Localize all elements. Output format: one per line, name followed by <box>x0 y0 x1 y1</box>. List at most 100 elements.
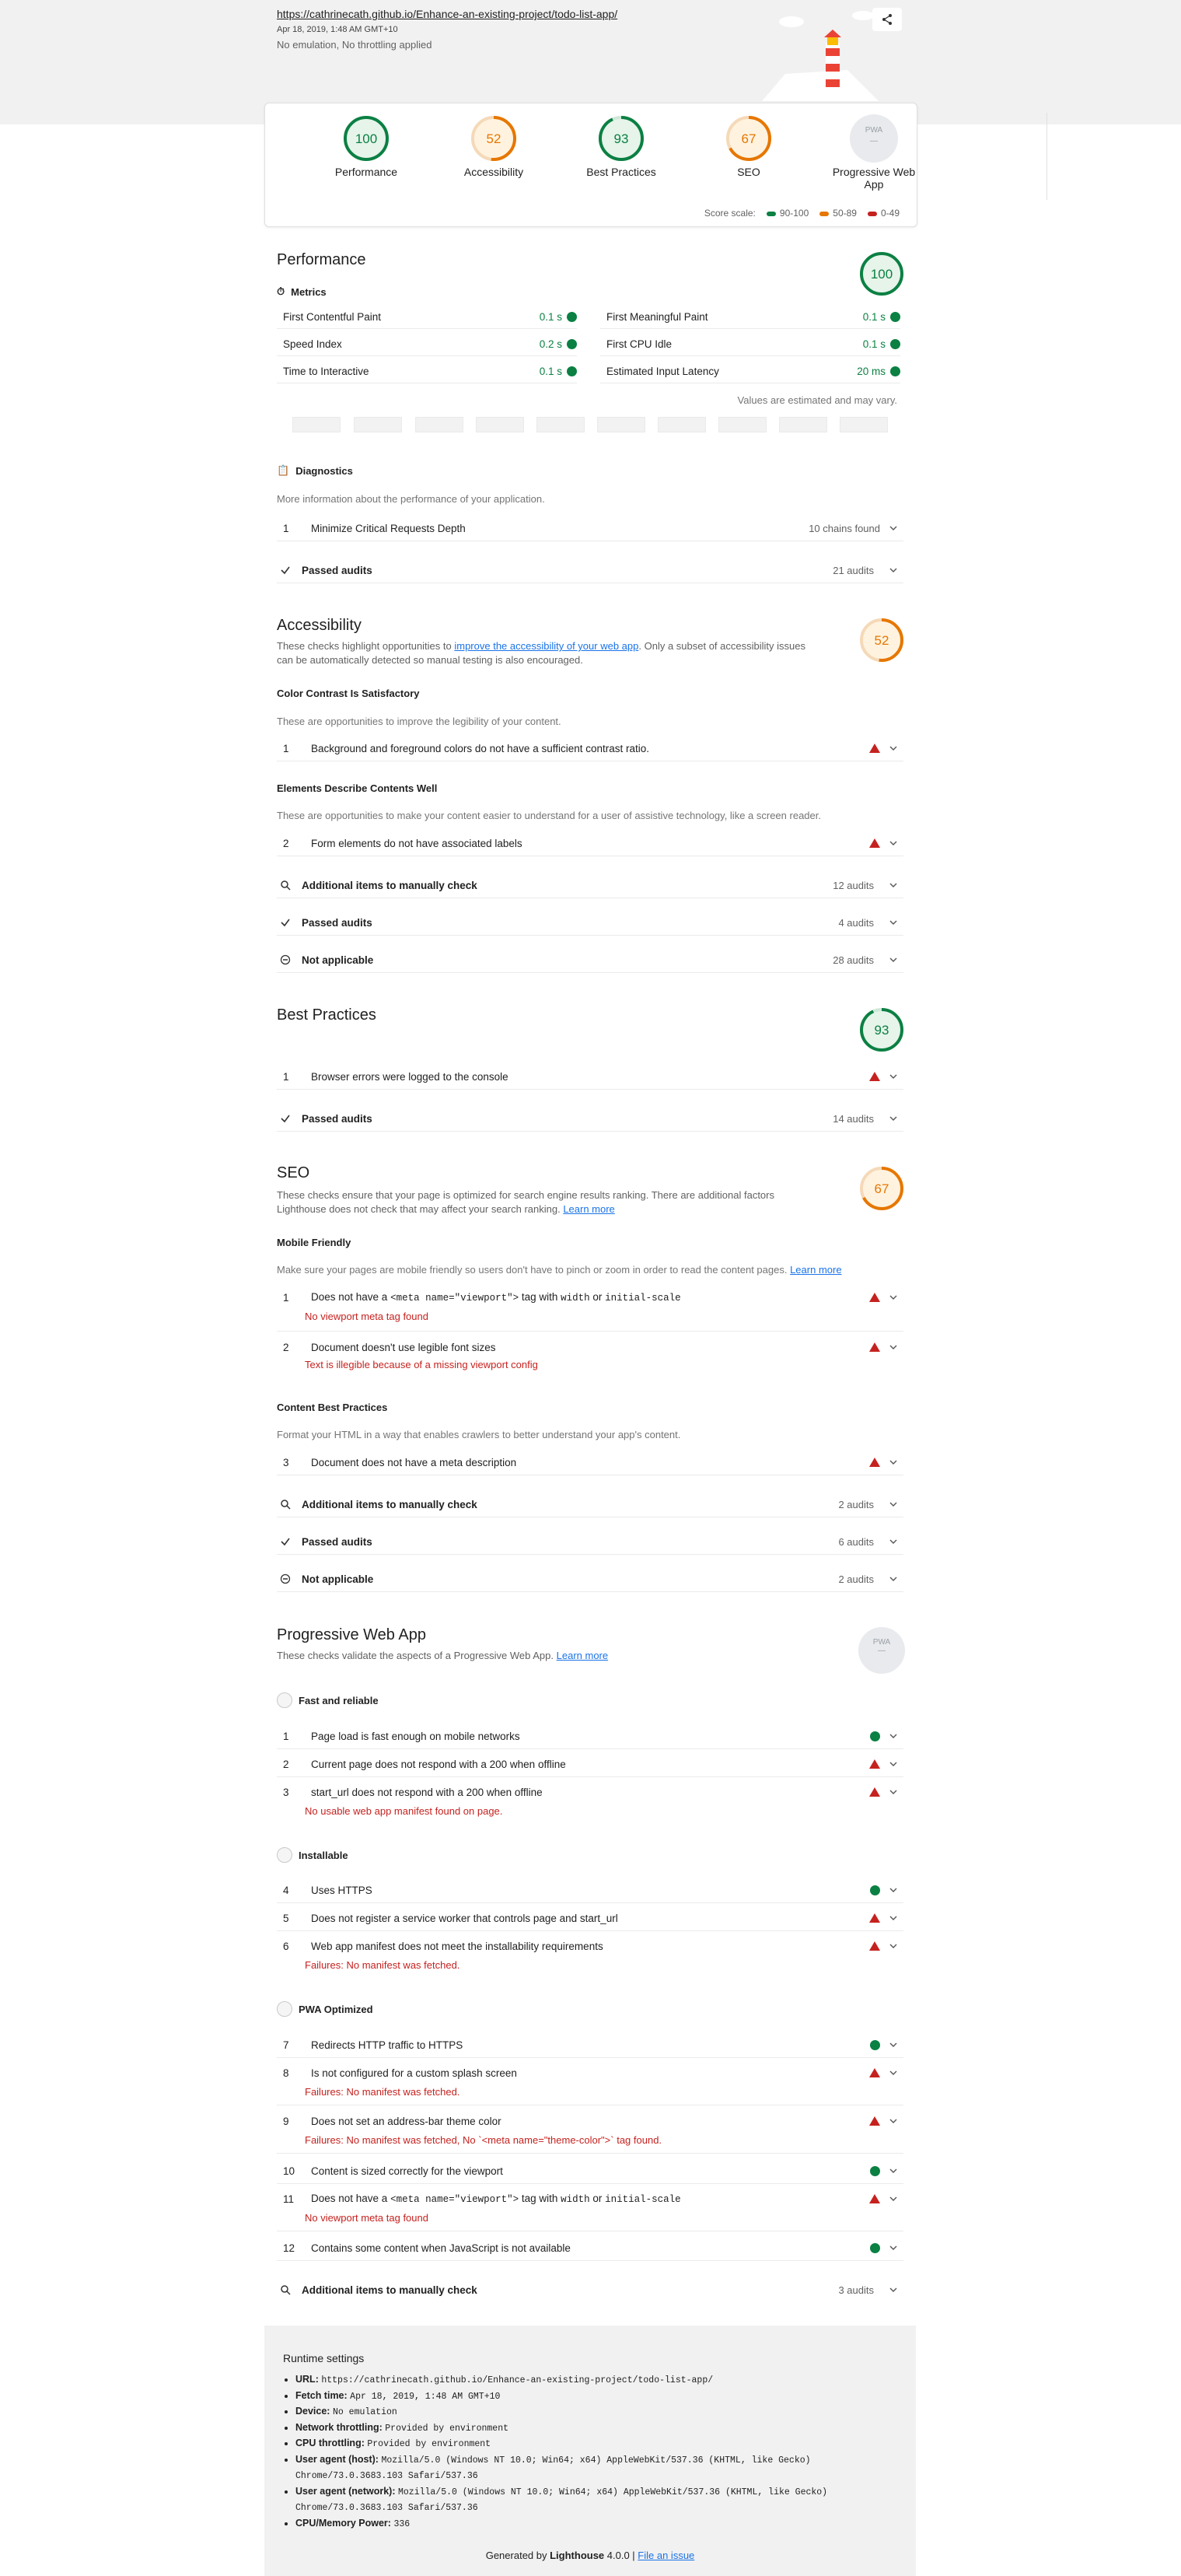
text-part: tag with <box>519 1291 561 1303</box>
runtime-item: URL: https://cathrinecath.github.io/Enha… <box>295 2372 902 2389</box>
gauge-best-practices[interactable]: 93 Best Practices <box>575 114 668 178</box>
mobile-friendly-desc: Make sure your pages are mobile friendly… <box>277 1263 914 1277</box>
warning-icon <box>869 1913 880 1923</box>
text-part: Does not have a <box>311 1291 391 1303</box>
gauge-accessibility[interactable]: 52 Accessibility <box>447 114 540 178</box>
report-url-link[interactable]: https://cathrinecath.github.io/Enhance-a… <box>277 8 617 20</box>
group-meta: 14 audits <box>833 1112 874 1125</box>
metric-name: First Contentful Paint <box>283 310 382 323</box>
pwa-description: These checks validate the aspects of a P… <box>277 1649 821 1663</box>
metric-fmp: First Meaningful Paint 0.1 s <box>600 305 900 329</box>
audit-form-labels[interactable]: 2 Form elements do not have associated la… <box>277 831 903 856</box>
chevron-down-icon <box>889 2070 897 2075</box>
best-practices-title: Best Practices <box>277 1006 376 1024</box>
audit-no-js[interactable]: 12 Contains some content when JavaScript … <box>277 2235 903 2261</box>
share-menu-button[interactable] <box>872 8 902 31</box>
gauge-seo[interactable]: 67 SEO <box>702 114 795 178</box>
search-icon <box>281 2285 291 2295</box>
audit-title: Does not have a <meta name="viewport"> t… <box>311 1291 869 1304</box>
chevron-down-icon <box>889 1502 897 1507</box>
filmstrip-frame <box>718 417 767 432</box>
group-title: PWA Optimized <box>299 2003 373 2015</box>
audit-viewport[interactable]: 1 Does not have a <meta name="viewport"> … <box>277 1285 903 1310</box>
audit-pwa-viewport[interactable]: 11 Does not have a <meta name="viewport">… <box>277 2186 903 2211</box>
group-title: Installable <box>299 1849 348 1861</box>
score-ring: 67 <box>726 116 771 161</box>
audit-redirects-https[interactable]: 7 Redirects HTTP traffic to HTTPS <box>277 2032 903 2058</box>
runtime-value: Provided by environment <box>385 2423 509 2434</box>
audit-font-size[interactable]: 2 Document doesn't use legible font sizes <box>277 1335 903 1360</box>
accessibility-title: Accessibility <box>277 617 362 634</box>
metric-fcp: First Contentful Paint 0.1 s <box>277 305 577 329</box>
audit-critical-requests[interactable]: 1 Minimize Critical Requests Depth 10 chai… <box>277 516 903 541</box>
score-ring: 93 <box>599 116 644 161</box>
gauge-pwa[interactable]: PWA — Progressive Web App <box>823 114 924 191</box>
gauge-divider <box>1046 113 1047 200</box>
scale-poor: 0-49 <box>867 208 900 219</box>
seo-not-applicable[interactable]: Not applicable 2 audits <box>277 1566 903 1592</box>
chevron-down-icon <box>889 1074 897 1079</box>
runtime-item: Device: No emulation <box>295 2404 902 2420</box>
lighthouse-illustration <box>762 11 879 101</box>
audit-content-width[interactable]: 10 Content is sized correctly for the vie… <box>277 2158 903 2184</box>
desc-text: These checks highlight opportunities to <box>277 640 455 652</box>
pwa-manual-check[interactable]: Additional items to manually check 3 audi… <box>277 2277 903 2302</box>
gauge-performance[interactable]: 100 Performance <box>320 114 413 178</box>
chevron-down-icon <box>889 2119 897 2123</box>
pass-icon <box>870 2165 880 2176</box>
chevron-down-icon <box>889 1116 897 1121</box>
file-issue-link[interactable]: File an issue <box>638 2550 694 2561</box>
chevron-down-icon <box>889 1345 897 1349</box>
group-label: Additional items to manually check <box>302 1498 477 1510</box>
warning-icon <box>869 1458 880 1467</box>
minus-circle-icon <box>280 1573 291 1584</box>
audit-theme-color[interactable]: 9 Does not set an address-bar theme color <box>277 2109 903 2133</box>
mobile-learn-more-link[interactable]: Learn more <box>790 1264 841 1276</box>
pass-icon <box>870 1885 880 1895</box>
metrics-heading: ⏱ Metrics <box>277 285 327 298</box>
filmstrip-frame <box>292 417 341 432</box>
chevron-down-icon <box>889 957 897 962</box>
score-ring: 100 <box>344 116 389 161</box>
audit-meta-description[interactable]: 3 Document does not have a meta descripti… <box>277 1450 903 1475</box>
audit-splash-screen[interactable]: 8 Is not configured for a custom splash s… <box>277 2060 903 2085</box>
audit-console-errors[interactable]: 1 Browser errors were logged to the conso… <box>277 1064 903 1090</box>
elements-group-title: Elements Describe Contents Well <box>277 782 438 794</box>
audit-load-fast[interactable]: 1 Page load is fast enough on mobile netw… <box>277 1724 903 1749</box>
bp-passed-audits[interactable]: Passed audits 14 audits <box>277 1106 903 1132</box>
metric-value: 0.2 s <box>539 338 562 350</box>
metric-speed-index: Speed Index 0.2 s <box>277 332 577 356</box>
audit-title: start_url does not respond with a 200 wh… <box>311 1786 543 1798</box>
a11y-learn-link[interactable]: improve the accessibility of your web ap… <box>454 640 638 652</box>
audit-installable-manifest[interactable]: 6 Web app manifest does not meet the inst… <box>277 1934 903 1958</box>
a11y-not-applicable[interactable]: Not applicable 28 audits <box>277 947 903 973</box>
perf-passed-audits[interactable]: Passed audits 21 audits <box>277 558 903 583</box>
audit-start-url-offline[interactable]: 3 start_url does not respond with a 200 w… <box>277 1780 903 1804</box>
pwa-learn-more-link[interactable]: Learn more <box>557 1650 608 1661</box>
warning-icon <box>869 838 880 848</box>
seo-manual-check[interactable]: Additional items to manually check 2 audi… <box>277 1492 903 1517</box>
audit-title: Web app manifest does not meet the insta… <box>311 1940 603 1952</box>
metric-value: 0.1 s <box>539 365 562 377</box>
row-divider <box>277 1331 903 1332</box>
seo-passed-audits[interactable]: Passed audits 6 audits <box>277 1529 903 1555</box>
chevron-down-icon <box>889 841 897 845</box>
audit-offline-200[interactable]: 2 Current page does not respond with a 20… <box>277 1752 903 1777</box>
group-meta: 3 audits <box>838 2284 874 2296</box>
a11y-manual-check[interactable]: Additional items to manually check 12 aud… <box>277 873 903 898</box>
audit-https[interactable]: 4 Uses HTTPS <box>277 1878 903 1903</box>
code-part: width <box>561 1293 590 1304</box>
group-badge-icon <box>277 1847 292 1863</box>
seo-learn-more-link[interactable]: Learn more <box>563 1203 614 1215</box>
audit-service-worker[interactable]: 5 Does not register a service worker that… <box>277 1906 903 1931</box>
runtime-value: 336 <box>393 2518 411 2529</box>
a11y-passed-audits[interactable]: Passed audits 4 audits <box>277 910 903 936</box>
audit-color-contrast[interactable]: 1 Background and foreground colors do not… <box>277 736 903 761</box>
code-part: width <box>561 2194 590 2205</box>
scale-good: 90-100 <box>766 208 809 219</box>
group-label: Not applicable <box>302 1573 374 1585</box>
check-icon <box>281 1115 290 1123</box>
runtime-key: Network throttling: <box>295 2421 383 2433</box>
group-label: Additional items to manually check <box>302 2284 477 2296</box>
group-meta: 2 audits <box>838 1498 874 1510</box>
